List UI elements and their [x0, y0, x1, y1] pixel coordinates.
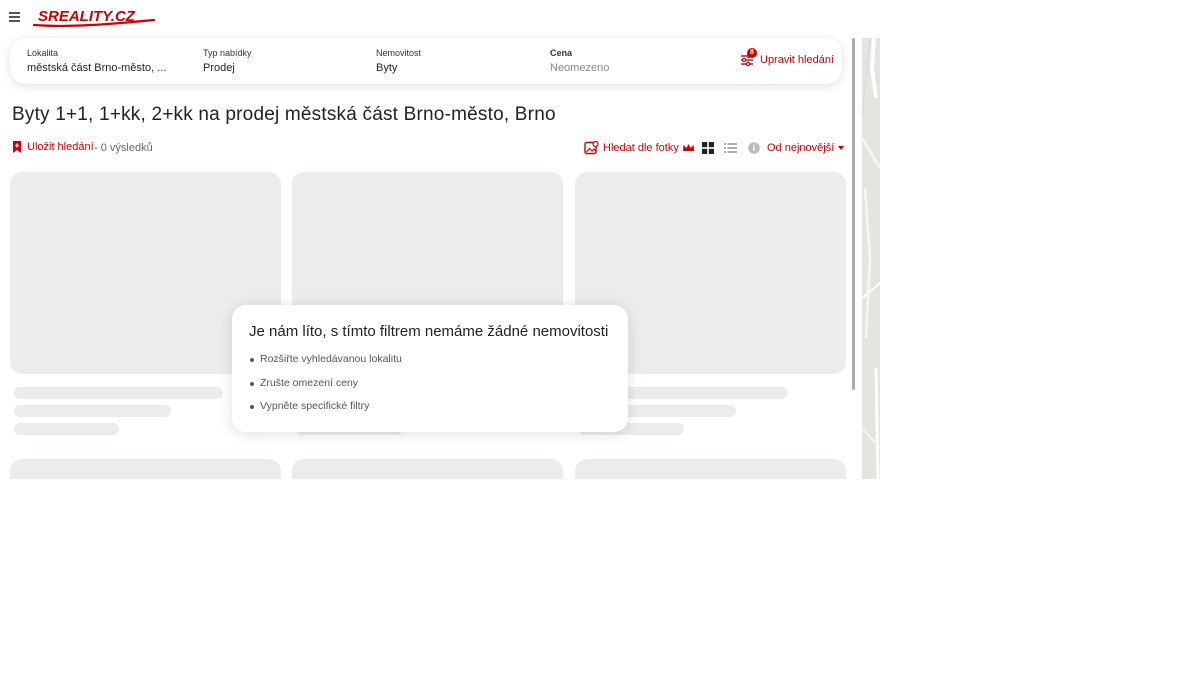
search-field-value: Byty [376, 62, 398, 74]
sort-dropdown[interactable]: Od nejnovější [767, 142, 845, 154]
search-field-label: Nemovitost [376, 48, 422, 58]
scrollbar-thumb[interactable] [852, 38, 855, 390]
search-field-nemovitost[interactable]: Nemovitost Byty [376, 48, 421, 74]
filter-count-badge: 8 [747, 48, 757, 58]
save-search-label: Uložit hledání [27, 141, 94, 153]
top-bar: SREALITY.CZ [0, 0, 860, 36]
list-view-icon[interactable] [724, 142, 737, 154]
save-search-button[interactable]: Uložit hledání [12, 141, 94, 153]
map-roads [862, 38, 880, 479]
edit-search-label: Upravit hledání [760, 54, 834, 66]
grid-view-icon[interactable] [702, 142, 714, 154]
search-field-value: Neomezeno [550, 62, 610, 74]
sort-label: Od nejnovější [767, 142, 835, 154]
filter-icon: 8 [740, 48, 757, 67]
skeleton-line [14, 423, 119, 435]
bookmark-icon [13, 141, 21, 153]
results-toolbar: Uložit hledání - 0 výsledků Hledat dle f… [12, 141, 845, 157]
search-bar: Lokalita městská část Brno-město, ... Ty… [10, 38, 842, 84]
page-title: Byty 1+1, 1+kk, 2+kk na prodej městská č… [12, 104, 556, 125]
logo-text: SREALITY.CZ [38, 8, 136, 25]
results-count: - 0 výsledků [94, 142, 153, 154]
listing-card-placeholder [292, 459, 563, 479]
search-field-value: Prodej [203, 62, 235, 74]
crown-icon [682, 144, 694, 151]
search-field-value: městská část Brno-město, ... [27, 62, 167, 74]
photo-search-button[interactable]: Hledat dle fotky [584, 141, 699, 155]
map-panel[interactable] [862, 38, 880, 479]
suggestion-item[interactable]: Rozšiřte vyhledávanou lokalitu [249, 353, 402, 377]
menu-icon[interactable] [9, 12, 20, 22]
listing-card-placeholder [10, 459, 281, 479]
no-results-message: Je nám líto, s tímto filtrem nemáme žádn… [232, 305, 628, 432]
listing-card-placeholder [575, 459, 846, 479]
edit-search-button[interactable]: 8 Upravit hledání [740, 48, 834, 67]
info-icon[interactable] [748, 142, 760, 154]
search-field-cena[interactable]: Cena Neomezeno [550, 48, 609, 74]
photo-search-icon [584, 141, 599, 155]
skeleton-line [14, 387, 223, 399]
no-results-title: Je nám líto, s tímto filtrem nemáme žádn… [249, 323, 609, 340]
logo[interactable]: SREALITY.CZ [32, 6, 156, 28]
viewport: SREALITY.CZ Lokalita městská část Brno-m… [0, 0, 880, 479]
caret-down-icon [838, 146, 845, 150]
suggestion-item[interactable]: Zrušte omezení ceny [249, 377, 402, 401]
search-field-label: Typ nabídky [203, 48, 252, 58]
photo-search-label: Hledat dle fotky [603, 142, 679, 154]
suggestion-list: Rozšiřte vyhledávanou lokalitu Zrušte om… [249, 353, 402, 424]
skeleton-line [14, 405, 171, 417]
search-field-label: Cena [550, 48, 573, 58]
suggestion-item[interactable]: Vypněte specifické filtry [249, 400, 402, 424]
search-field-typ-nabidky[interactable]: Typ nabídky Prodej [203, 48, 252, 74]
search-field-lokalita[interactable]: Lokalita městská část Brno-město, ... [27, 48, 166, 74]
search-field-label: Lokalita [27, 48, 59, 58]
